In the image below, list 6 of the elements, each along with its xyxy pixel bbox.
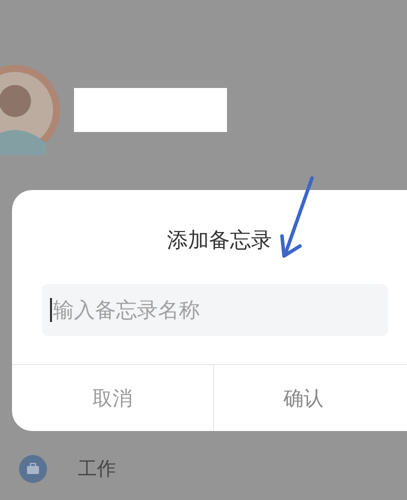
confirm-button[interactable]: 确认 [214, 365, 407, 431]
briefcase-icon [19, 455, 47, 483]
input-field[interactable]: 输入备忘录名称 [42, 284, 388, 336]
cancel-button[interactable]: 取消 [12, 365, 214, 431]
menu-item-label[interactable]: 工作 [78, 456, 116, 482]
dialog-title: 添加备忘录 [167, 228, 272, 252]
